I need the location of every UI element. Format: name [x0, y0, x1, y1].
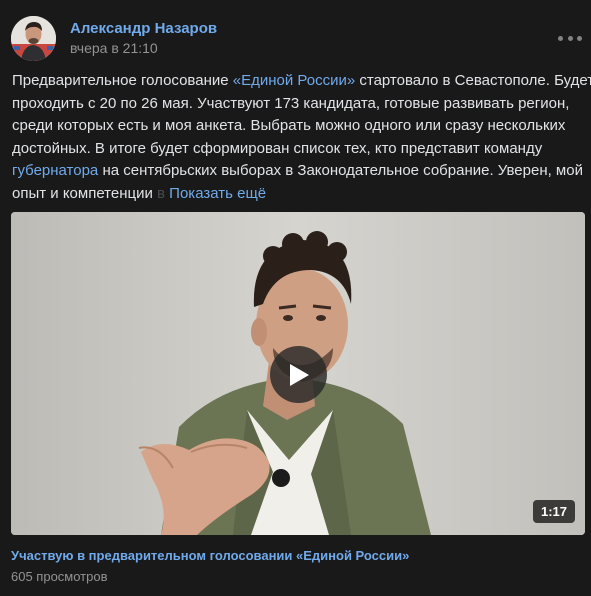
ellipsis-icon[interactable]	[558, 30, 582, 46]
post-text-line: опыт и компетенции в Показать ещё	[12, 183, 584, 206]
post-timestamp[interactable]: вчера в 21:10	[70, 40, 158, 56]
post-text-line: достойных. В итоге будет сформирован спи…	[12, 139, 543, 157]
video-duration-badge: 1:17	[532, 500, 575, 523]
post-text-line: губернатора на сентябрьских выборах в За…	[12, 160, 584, 183]
play-icon	[289, 363, 309, 386]
post-text-line: проходить с 20 по 26 мая. Участвуют 173 …	[12, 94, 570, 112]
text-segment: Предварительное голосование	[12, 72, 233, 89]
dot	[567, 35, 573, 41]
video-title-link[interactable]: Участвую в предварительном голосовании «…	[11, 548, 409, 563]
text-segment: стартовало в Севастополе. Будет	[355, 72, 591, 89]
faded-text: в	[157, 184, 165, 202]
video-player[interactable]: 1:17	[11, 212, 585, 535]
post-text-line: среди которых есть и моя анкета. Выбрать…	[12, 117, 566, 134]
play-button[interactable]	[270, 346, 327, 403]
author-avatar[interactable]	[11, 16, 56, 61]
text-segment: опыт и компетенции	[12, 184, 158, 202]
avatar-photo	[11, 16, 56, 61]
text-segment: на сентябрьских выборах в Законодательно…	[98, 162, 583, 179]
governor-link[interactable]: губернатора	[12, 162, 98, 179]
post-text: Предварительное голосование «Единой Росс…	[12, 70, 591, 206]
show-more-link[interactable]: Показать ещё	[169, 185, 266, 202]
post-text-line: Предварительное голосование «Единой Росс…	[12, 70, 591, 93]
author-name[interactable]: Александр Назаров	[70, 20, 217, 37]
video-views: 605 просмотров	[11, 569, 108, 584]
dot	[577, 35, 582, 41]
dot	[558, 35, 563, 41]
wall-post: Александр Назаров вчера в 21:10 Предвари…	[0, 0, 591, 596]
party-link[interactable]: «Единой России»	[233, 72, 355, 89]
